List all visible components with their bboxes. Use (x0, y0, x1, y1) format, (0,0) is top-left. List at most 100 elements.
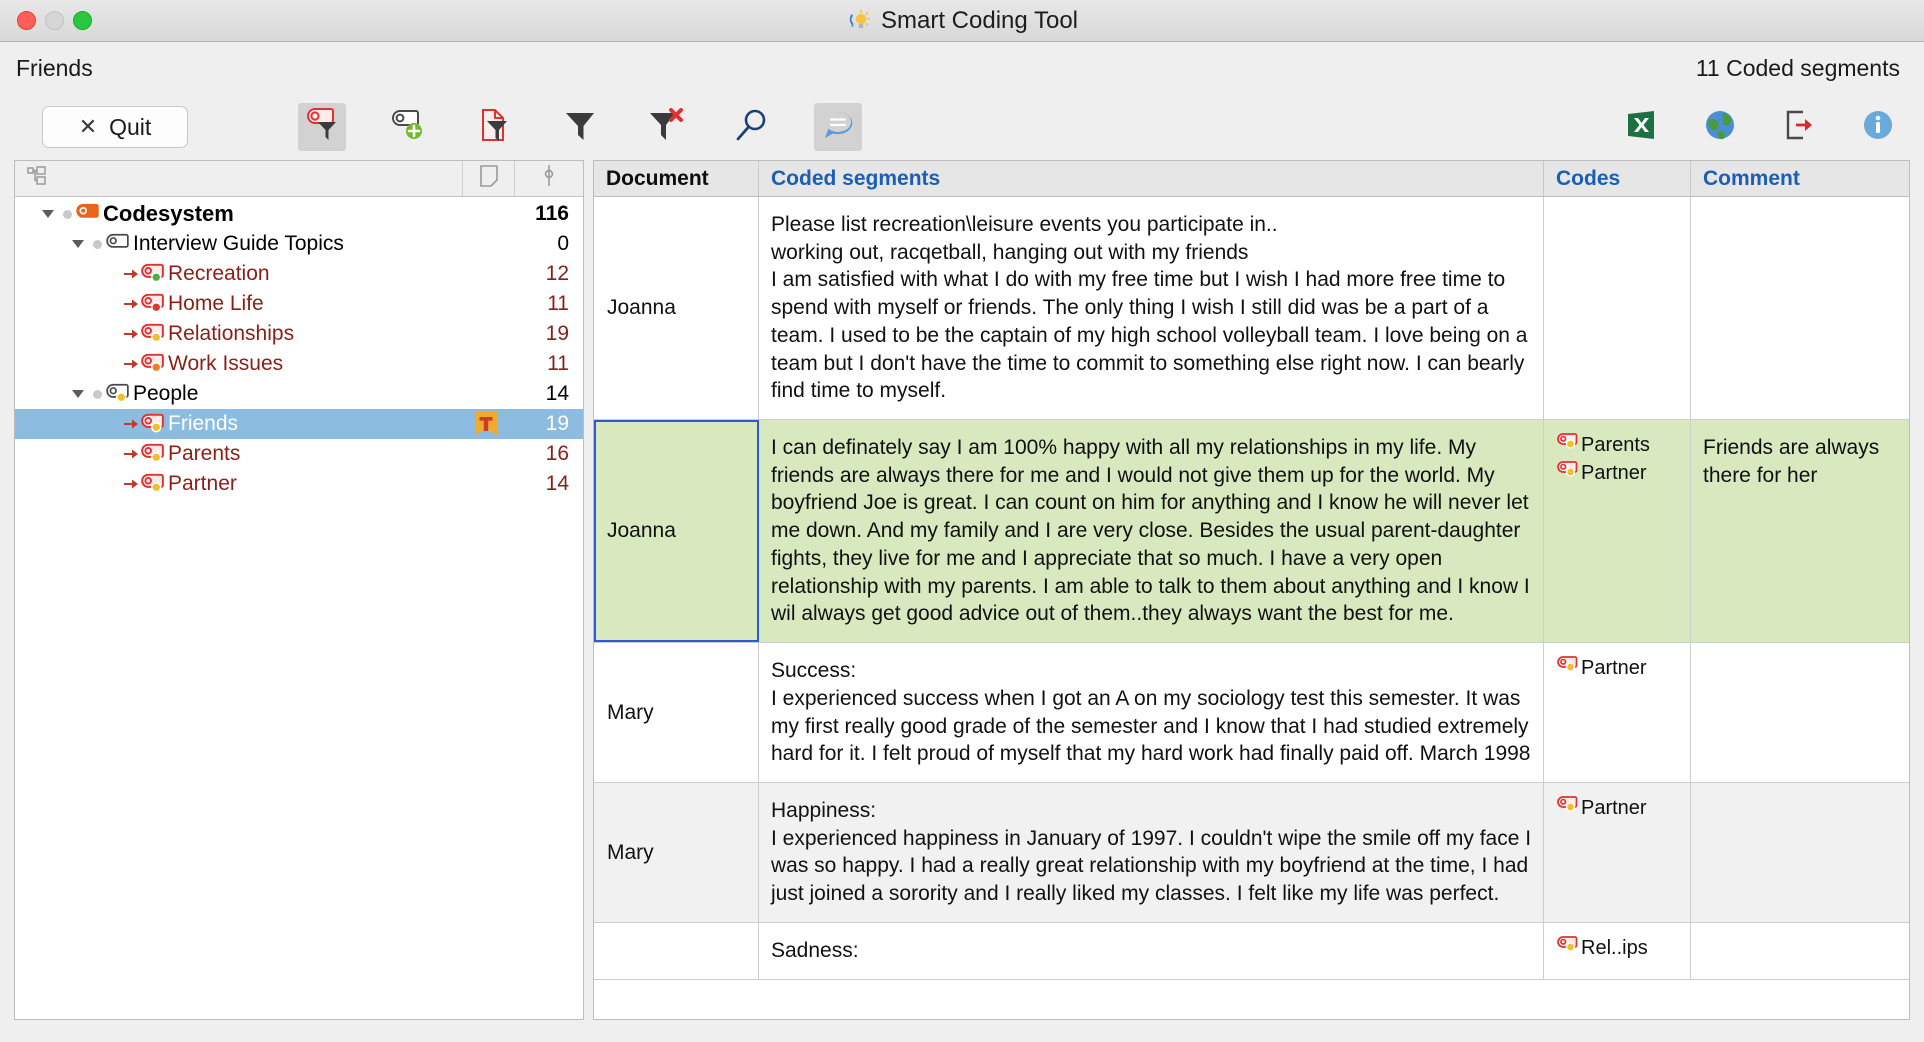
tree-item-label: Home Life (168, 292, 264, 315)
cell-coded-segment[interactable]: Happiness: I experienced happiness in Ja… (759, 782, 1544, 922)
arrow-right-icon (123, 295, 139, 313)
cell-coded-segment[interactable]: Success: I experienced success when I go… (759, 643, 1544, 782)
tree-item-content: Work Issues (123, 352, 463, 376)
window-controls[interactable] (0, 11, 92, 30)
cell-comment[interactable] (1691, 643, 1909, 782)
info-icon (1862, 109, 1894, 146)
cell-document[interactable]: Joanna (594, 197, 759, 420)
search-button[interactable] (728, 103, 776, 151)
quit-button[interactable]: ✕ Quit (42, 106, 188, 148)
export-web-button[interactable] (1698, 105, 1742, 149)
tree-bullet-icon (93, 239, 102, 249)
tree-item-count: 11 (547, 292, 569, 315)
toolbar-left-tools (298, 103, 862, 151)
filter-document-button[interactable] (470, 103, 518, 151)
cell-coded-segment[interactable]: I can definately say I am 100% happy wit… (759, 420, 1544, 643)
cell-coded-segment[interactable]: Please list recreation\leisure events yo… (759, 197, 1544, 420)
filter-button[interactable] (556, 103, 604, 151)
cell-comment[interactable] (1691, 197, 1909, 419)
export-web-icon (1704, 109, 1736, 146)
table-body[interactable]: Joanna Please list recreation\leisure eve… (594, 197, 1909, 1019)
tree-item-label: Interview Guide Topics (133, 232, 344, 255)
filter-coded-segments-button[interactable] (298, 103, 346, 151)
chevron-down-icon[interactable] (33, 205, 63, 223)
export-icon (1783, 109, 1815, 146)
tree-item-interview-guide-topics[interactable]: Interview Guide Topics 0 (15, 229, 583, 259)
close-window-button[interactable] (17, 11, 36, 30)
chevron-down-icon[interactable] (63, 235, 93, 253)
coded-segments-count: 11 Coded segments (1695, 54, 1900, 81)
comment-text: Friends are always there for her (1703, 436, 1880, 487)
coded-segments-table: Document Coded segments Codes Comment Joann… (593, 160, 1910, 1020)
filter-document-icon (477, 108, 511, 147)
tree-item-recreation[interactable]: Recreation 12 (15, 259, 583, 289)
minimize-window-button[interactable] (45, 11, 64, 30)
tree-item-partner[interactable]: Partner 14 (15, 469, 583, 499)
table-row[interactable]: Mary Happiness: I experienced happiness i… (594, 782, 1909, 923)
column-header-segment[interactable]: Coded segments (759, 161, 1544, 196)
coded-segment-text: Please list recreation\leisure events yo… (771, 213, 1528, 403)
info-button[interactable] (1856, 105, 1900, 149)
export-excel-button[interactable] (1619, 105, 1663, 149)
cell-codes[interactable]: Partner (1544, 782, 1691, 922)
code-tree-list[interactable]: Codesystem 116 Interview Guide Topics 0 Recr… (15, 197, 583, 1019)
code-memo-badge[interactable] (463, 410, 509, 438)
reset-filter-button[interactable] (642, 103, 690, 151)
memo-column-header[interactable] (463, 161, 515, 196)
table-row[interactable]: Joanna I can definately say I am 100% hap… (594, 420, 1909, 644)
tree-item-relationships[interactable]: Relationships 19 (15, 319, 583, 349)
tree-item-label: Recreation (168, 262, 270, 285)
cell-document[interactable] (594, 922, 759, 979)
tree-item-codesystem[interactable]: Codesystem 116 (15, 199, 583, 229)
tree-item-friends[interactable]: Friends 19 (15, 409, 583, 439)
tree-item-people[interactable]: People 14 (15, 379, 583, 409)
tree-bullet-icon (93, 389, 102, 399)
cell-codes[interactable]: Rel..ips (1544, 922, 1691, 979)
tree-item-label: Codesystem (103, 201, 234, 226)
cell-comment[interactable]: Friends are always there for her (1691, 420, 1909, 642)
tree-item-home-life[interactable]: Home Life 11 (15, 289, 583, 319)
cell-codes[interactable]: Partner (1544, 643, 1691, 782)
tree-item-work-issues[interactable]: Work Issues 11 (15, 349, 583, 379)
filter-icon (563, 108, 597, 147)
tree-item-parents[interactable]: Parents 16 (15, 439, 583, 469)
cell-codes[interactable]: Parents Partner (1544, 420, 1691, 643)
code-icon (140, 443, 166, 465)
code-chip[interactable]: Parents (1556, 432, 1680, 459)
tree-hierarchy-column-header[interactable] (15, 161, 463, 196)
cell-codes[interactable] (1544, 197, 1691, 420)
maximize-window-button[interactable] (73, 11, 92, 30)
code-chip[interactable]: Partner (1556, 655, 1680, 682)
code-chip[interactable]: Partner (1556, 460, 1680, 487)
tree-item-content: Codesystem (63, 201, 463, 227)
cell-comment[interactable] (1691, 923, 1909, 979)
reset-filter-icon (649, 107, 683, 147)
tree-item-label: Work Issues (168, 352, 284, 375)
arrow-right-icon (123, 415, 139, 433)
cell-document[interactable]: Mary (594, 643, 759, 782)
code-tree-panel: Codesystem 116 Interview Guide Topics 0 Recr… (14, 160, 584, 1020)
close-x-icon: ✕ (78, 114, 98, 139)
coded-segment-text: Success: I experienced success when I go… (771, 659, 1531, 766)
comment-button[interactable] (814, 103, 862, 151)
cell-comment[interactable] (1691, 783, 1909, 922)
table-row[interactable]: Sadness: Rel..ips (594, 922, 1909, 980)
main-content: Codesystem 116 Interview Guide Topics 0 Recr… (0, 160, 1924, 1042)
table-row[interactable]: Mary Success: I experienced success when … (594, 643, 1909, 783)
code-chip[interactable]: Rel..ips (1556, 935, 1680, 962)
tree-item-count: 0 (557, 232, 569, 255)
export-button[interactable] (1777, 105, 1821, 149)
cell-coded-segment[interactable]: Sadness: (759, 922, 1544, 979)
coded-segment-text: Happiness: I experienced happiness in Ja… (771, 798, 1532, 906)
chevron-down-icon[interactable] (63, 385, 93, 403)
segment-count-column-header[interactable] (515, 161, 583, 196)
column-header-codes[interactable]: Codes (1544, 161, 1691, 196)
cell-document[interactable]: Joanna (594, 420, 759, 643)
table-row[interactable]: Joanna Please list recreation\leisure eve… (594, 197, 1909, 421)
column-header-document[interactable]: Document (594, 161, 759, 196)
cell-document[interactable]: Mary (594, 782, 759, 922)
column-header-comment[interactable]: Comment (1691, 161, 1909, 196)
tree-item-content: Friends (123, 412, 463, 436)
add-code-button[interactable] (384, 103, 432, 151)
code-chip[interactable]: Partner (1556, 795, 1680, 822)
